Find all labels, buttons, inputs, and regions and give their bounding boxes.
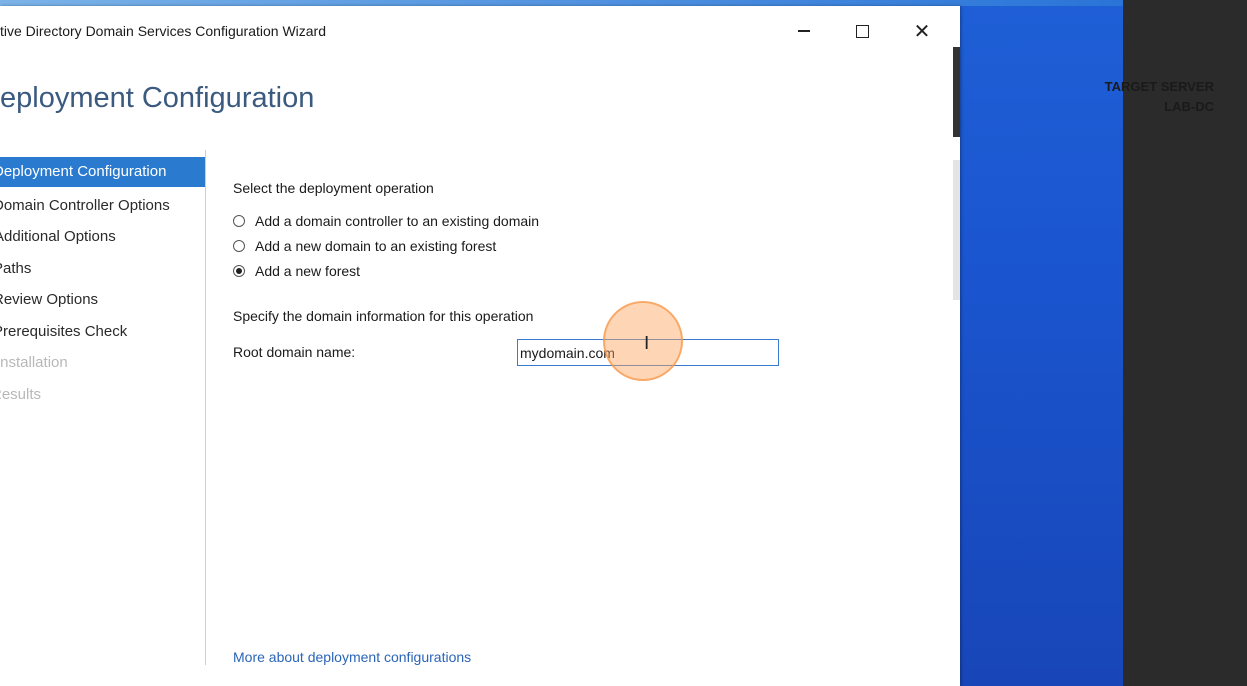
nav-item-paths[interactable]: Paths bbox=[0, 254, 205, 284]
radio-label: Add a domain controller to an existing d… bbox=[255, 213, 540, 229]
nav-item-deployment-configuration[interactable]: Deployment Configuration bbox=[0, 157, 205, 187]
window-edge-dark bbox=[953, 47, 960, 137]
minimize-button[interactable] bbox=[784, 16, 824, 46]
nav-item-label: Domain Controller Options bbox=[0, 197, 170, 214]
maximize-icon bbox=[855, 24, 869, 38]
nav-item-domain-controller-options[interactable]: Domain Controller Options bbox=[0, 191, 205, 221]
radio-button-selected[interactable] bbox=[233, 265, 245, 277]
scrollbar[interactable] bbox=[953, 160, 960, 300]
more-about-deployment-link[interactable]: More about deployment configurations bbox=[233, 649, 471, 665]
domain-info-heading: Specify the domain information for this … bbox=[233, 308, 534, 324]
nav-item-additional-options[interactable]: Additional Options bbox=[0, 222, 205, 252]
title-bar: tive Directory Domain Services Configura… bbox=[0, 6, 960, 56]
close-button[interactable]: ✕ bbox=[902, 16, 942, 46]
target-server-name: LAB-DC bbox=[1164, 99, 1214, 114]
radio-label: Add a new forest bbox=[255, 263, 361, 279]
radio-option-existing-forest[interactable]: Add a new domain to an existing forest bbox=[233, 236, 496, 256]
radio-option-new-forest[interactable]: Add a new forest bbox=[233, 261, 360, 281]
nav-item-review-options[interactable]: Review Options bbox=[0, 285, 205, 315]
nav-item-label: Review Options bbox=[0, 291, 99, 308]
radio-option-existing-domain[interactable]: Add a domain controller to an existing d… bbox=[233, 211, 539, 231]
page-title: eployment Configuration bbox=[0, 82, 315, 114]
radio-button[interactable] bbox=[233, 215, 245, 227]
minimize-icon bbox=[798, 30, 810, 32]
operation-heading: Select the deployment operation bbox=[233, 180, 434, 196]
target-server-label: TARGET SERVER bbox=[1104, 79, 1214, 94]
nav-divider bbox=[205, 150, 206, 665]
nav-item-results: Results bbox=[0, 380, 205, 410]
nav-item-label: Paths bbox=[0, 260, 32, 277]
root-domain-label: Root domain name: bbox=[233, 344, 356, 360]
nav-item-label: Results bbox=[0, 386, 42, 403]
maximize-button[interactable] bbox=[842, 16, 882, 46]
nav-item-label: Additional Options bbox=[0, 228, 116, 245]
radio-label: Add a new domain to an existing forest bbox=[255, 238, 497, 254]
radio-button[interactable] bbox=[233, 240, 245, 252]
nav-item-label: Prerequisites Check bbox=[0, 323, 128, 340]
close-icon: ✕ bbox=[913, 20, 931, 43]
nav-item-installation: Installation bbox=[0, 348, 205, 378]
nav-item-label: Installation bbox=[0, 354, 68, 371]
nav-item-prerequisites-check[interactable]: Prerequisites Check bbox=[0, 317, 205, 347]
window-title: tive Directory Domain Services Configura… bbox=[0, 23, 326, 39]
root-domain-input[interactable] bbox=[517, 339, 779, 366]
nav-item-label: Deployment Configuration bbox=[0, 163, 167, 180]
target-server-info: TARGET SERVER LAB-DC bbox=[1105, 77, 1214, 117]
